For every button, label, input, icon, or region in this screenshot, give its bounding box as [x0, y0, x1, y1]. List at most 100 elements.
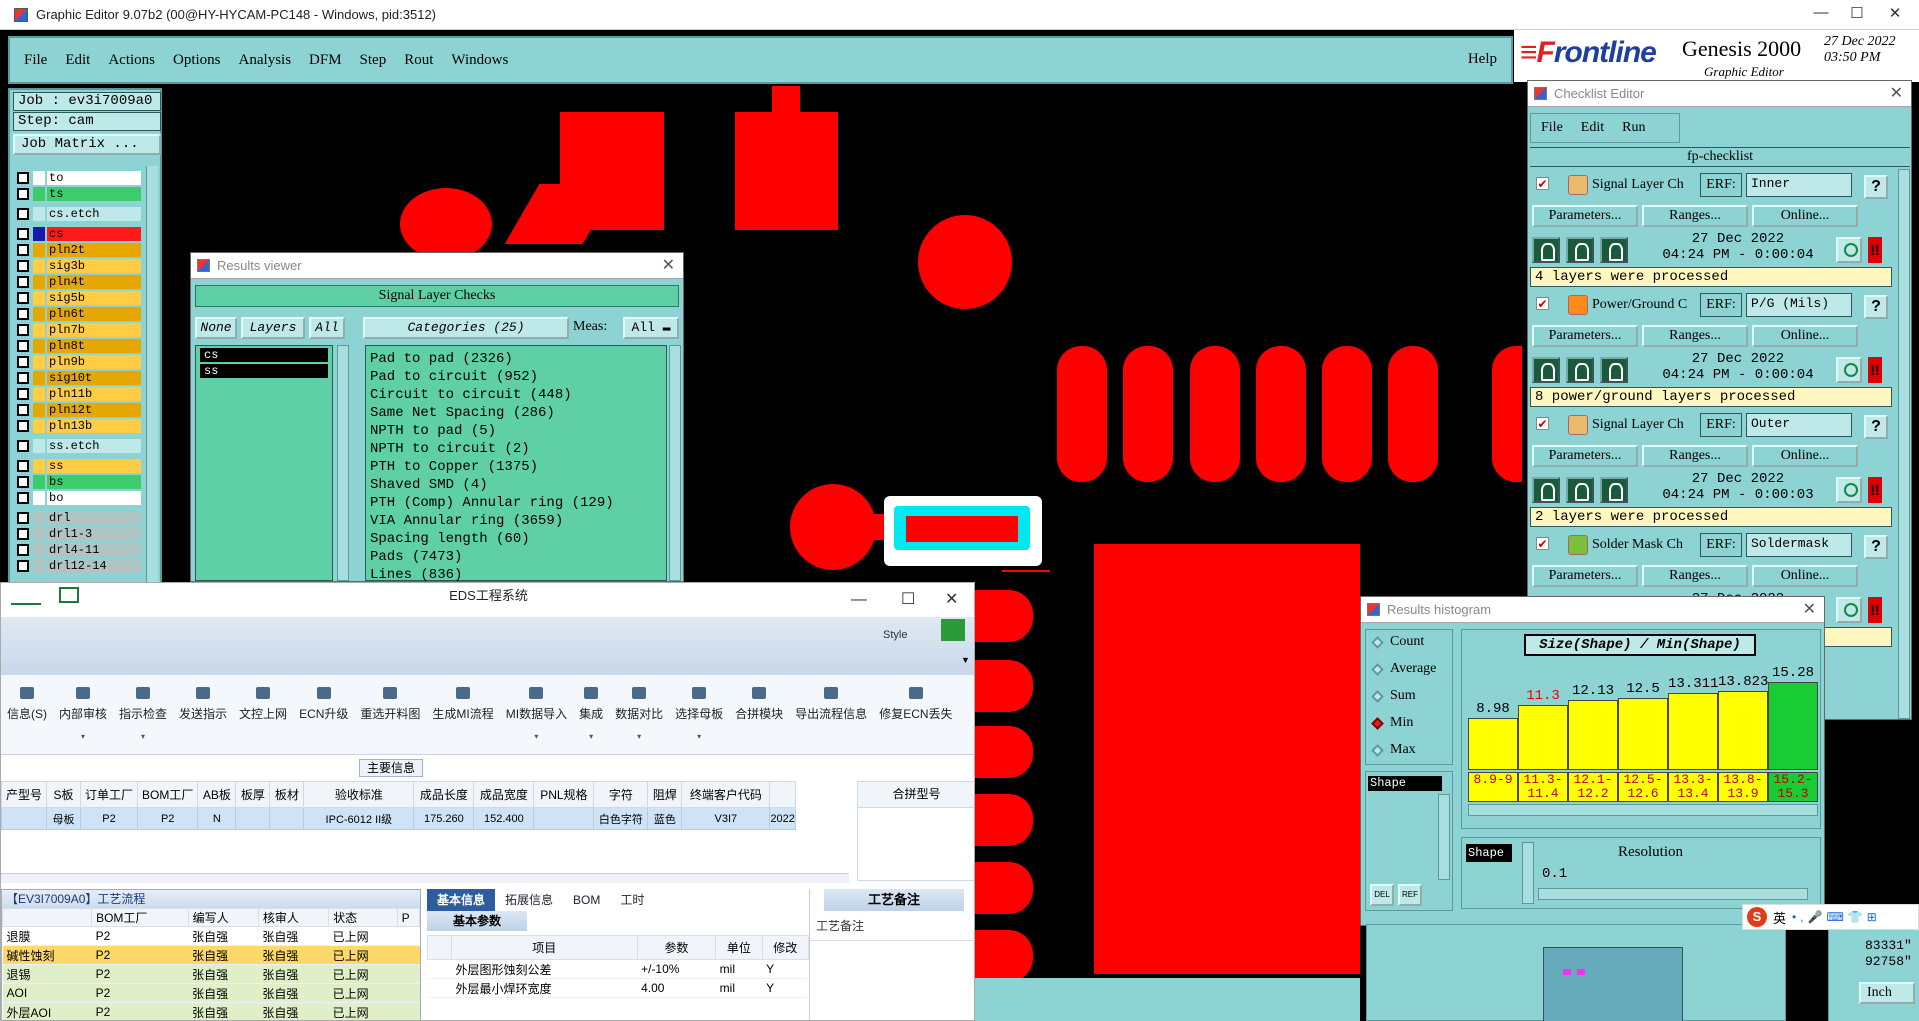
layer-row[interactable]: sig10t	[13, 370, 141, 386]
histogram-mode-option[interactable]: Sum	[1366, 684, 1452, 711]
table-row[interactable]: 外层AOI P2 张自强 张自强 已上网	[2, 1002, 420, 1020]
run-action-icon[interactable]	[1566, 477, 1594, 503]
dropdown-arrow-icon[interactable]: ▾	[579, 732, 603, 742]
layer-checkbox[interactable]	[17, 228, 29, 240]
column-header[interactable]: AB板	[197, 781, 237, 808]
column-header[interactable]: 产型号	[1, 781, 48, 808]
histogram-bar[interactable]	[1668, 693, 1718, 770]
result-category[interactable]: Same Net Spacing (286)	[370, 404, 666, 422]
resolution-slider[interactable]	[1538, 888, 1808, 900]
tab[interactable]: 基本信息	[427, 889, 496, 911]
alert-icon[interactable]: !!	[1868, 477, 1882, 503]
ribbon-button[interactable]: 重选开料图	[354, 675, 426, 754]
layer-name[interactable]: pln11b	[47, 387, 141, 401]
column-header[interactable]: 字符	[593, 781, 649, 808]
job-matrix-button[interactable]: Job Matrix ...	[13, 134, 161, 155]
ribbon-button[interactable]: 集成 ▾	[573, 675, 609, 754]
layer-name[interactable]: ts	[47, 187, 141, 201]
run-action-icon[interactable]	[1566, 237, 1594, 263]
result-category[interactable]: NPTH to pad (5)	[370, 422, 666, 440]
checklist-menu-run[interactable]: Run	[1622, 120, 1645, 136]
column-header[interactable]: BOM工厂	[137, 781, 199, 808]
menu-options[interactable]: Options	[173, 52, 221, 69]
result-category[interactable]: PTH (Comp) Annular ring (129)	[370, 494, 666, 512]
layer-row[interactable]: pln11b	[13, 386, 141, 402]
meas-select[interactable]: All ▬	[623, 317, 679, 339]
erf-select[interactable]: P/G (Mils)	[1746, 293, 1852, 317]
run-action-icon[interactable]	[1532, 357, 1560, 383]
table-row[interactable]: 退锡 P2 张自强 张自强 已上网	[2, 964, 420, 984]
layer-row[interactable]: pln6t	[13, 306, 141, 322]
histogram-mode-option[interactable]: Count	[1366, 630, 1452, 657]
minimize-button[interactable]: —	[1806, 4, 1836, 26]
results-layer-item[interactable]: ss	[200, 364, 328, 378]
layer-row[interactable]: drl4-11	[13, 542, 141, 558]
dropdown-arrow-icon[interactable]: ▾	[506, 732, 567, 742]
zoom-view-panel[interactable]	[1366, 924, 1786, 1021]
style-menu[interactable]: Style	[883, 629, 907, 641]
layer-name[interactable]: drl12-14	[47, 559, 141, 573]
run-action-icon[interactable]	[1600, 477, 1628, 503]
histogram-bar[interactable]	[1468, 718, 1518, 770]
run-action-icon[interactable]	[1600, 237, 1628, 263]
result-category[interactable]: Circuit to circuit (448)	[370, 386, 666, 404]
column-header[interactable]: 状态	[328, 908, 398, 927]
layer-checkbox[interactable]	[17, 372, 29, 384]
checklist-menu-file[interactable]: File	[1541, 120, 1563, 136]
alert-icon[interactable]: !!	[1868, 357, 1882, 383]
layer-row[interactable]: bo	[13, 490, 141, 506]
online-button[interactable]: Online...	[1752, 445, 1858, 467]
column-header[interactable]: 订单工厂	[80, 781, 139, 808]
layer-row[interactable]: pln2t	[13, 242, 141, 258]
ranges-button[interactable]: Ranges...	[1642, 205, 1748, 227]
unit-select[interactable]: Inch	[1859, 982, 1915, 1004]
column-header[interactable]: 单位	[715, 935, 763, 960]
result-category[interactable]: PTH to Copper (1375)	[370, 458, 666, 476]
column-header[interactable]: 板厚	[235, 781, 271, 808]
ranges-button[interactable]: Ranges...	[1642, 325, 1748, 347]
ribbon-button[interactable]: 生成MI流程	[426, 675, 499, 754]
dropdown-arrow-icon[interactable]: ▾	[615, 732, 663, 742]
shape-list-item[interactable]: Shape	[1368, 776, 1442, 791]
layer-row[interactable]: pln8t	[13, 338, 141, 354]
menu-step[interactable]: Step	[360, 52, 387, 69]
menu-analysis[interactable]: Analysis	[239, 52, 292, 69]
table-row[interactable]: 碱性蚀刻 P2 张自强 张自强 已上网	[2, 945, 420, 965]
ribbon-collapse-icon[interactable]: ▼	[961, 655, 970, 665]
column-header[interactable]: S板	[46, 781, 82, 808]
ribbon-button[interactable]: MI数据导入 ▾	[500, 675, 573, 754]
layer-name[interactable]: pln7b	[47, 323, 141, 337]
column-header[interactable]	[427, 935, 452, 960]
column-header[interactable]: 参数	[636, 935, 717, 960]
close-button[interactable]: ✕	[1880, 4, 1910, 26]
layer-name[interactable]: pln12t	[47, 403, 141, 417]
column-header[interactable]: 核审人	[257, 908, 330, 927]
layer-name[interactable]: drl	[47, 511, 141, 525]
ribbon-button[interactable]: ECN升级	[293, 675, 354, 754]
online-button[interactable]: Online...	[1752, 205, 1858, 227]
zoom-view-viewport[interactable]	[1543, 947, 1683, 1021]
layer-row[interactable]: to	[13, 170, 141, 186]
layer-row[interactable]: drl	[13, 510, 141, 526]
ribbon-button[interactable]: 发送指示	[173, 675, 233, 754]
layer-row[interactable]: drl12-14	[13, 558, 141, 574]
radio-selected-icon[interactable]	[1371, 717, 1384, 730]
column-header[interactable]: PNL规格	[533, 781, 595, 808]
radio-icon[interactable]	[1371, 690, 1384, 703]
close-icon[interactable]: ✕	[662, 253, 675, 279]
layer-checkbox[interactable]	[17, 512, 29, 524]
layer-row[interactable]: cs.etch	[13, 206, 141, 222]
histogram-bar[interactable]	[1768, 682, 1818, 770]
layer-name[interactable]: pln2t	[47, 243, 141, 257]
ribbon-button[interactable]: 指示检查 ▾	[113, 675, 173, 754]
layer-name[interactable]: sig3b	[47, 259, 141, 273]
result-category[interactable]: VIA Annular ring (3659)	[370, 512, 666, 530]
radio-icon[interactable]	[1371, 636, 1384, 649]
online-button[interactable]: Online...	[1752, 325, 1858, 347]
layer-checkbox[interactable]	[17, 420, 29, 432]
layer-row[interactable]: pln9b	[13, 354, 141, 370]
column-header[interactable]: 修改	[761, 935, 810, 960]
help-button[interactable]: ?	[1864, 295, 1888, 319]
all-button[interactable]: All	[309, 317, 345, 339]
ranges-button[interactable]: Ranges...	[1642, 565, 1748, 587]
